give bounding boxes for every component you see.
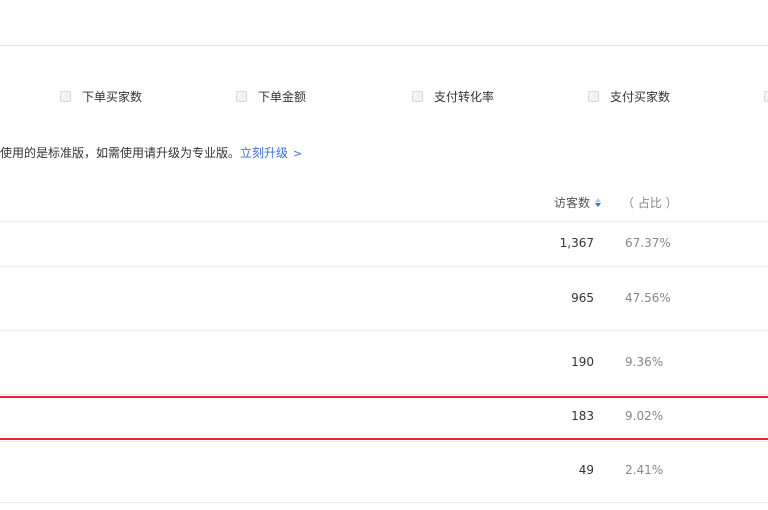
table-row: 190 9.36% <box>0 349 768 379</box>
top-divider <box>0 45 768 46</box>
upgrade-link[interactable]: 立刻升级 > <box>240 146 302 160</box>
share-column-header: （ 占比 ） <box>622 196 678 210</box>
upgrade-link-label: 立刻升级 <box>240 146 289 160</box>
row-divider <box>0 441 768 442</box>
row-divider <box>0 266 768 267</box>
notice-text: 使用的是标准版，如需使用请升级为专业版。 <box>0 146 241 160</box>
metric-selector-bar: 下单买家数 下单金额 支付转化率 支付买家数 <box>0 85 768 107</box>
checkbox[interactable] <box>764 90 768 102</box>
row-divider <box>0 502 768 503</box>
checkbox[interactable] <box>236 90 247 102</box>
table-row: 49 2.41% <box>0 457 768 487</box>
visitors-column-header[interactable]: 访客数 <box>554 194 602 211</box>
visitor-share: 67.37% <box>625 236 671 250</box>
visitor-share: 2.41% <box>625 463 664 477</box>
checkbox[interactable] <box>588 90 599 102</box>
chevron-right-icon: > <box>293 147 303 160</box>
metric-option-payment-conversion[interactable]: 支付转化率 <box>412 85 494 107</box>
visitor-count: 49 <box>578 463 594 477</box>
visitor-count: 1,367 <box>559 236 594 250</box>
highlight-annotation-box <box>0 396 768 440</box>
visitor-share: 47.56% <box>625 291 671 305</box>
metric-option-payment-buyers[interactable]: 支付买家数 <box>588 85 670 107</box>
checkbox[interactable] <box>412 90 423 102</box>
metric-option-order-amount[interactable]: 下单金额 <box>236 85 306 107</box>
visitor-count: 190 <box>571 355 594 369</box>
metric-label: 下单买家数 <box>82 89 143 104</box>
metric-label: 支付转化率 <box>434 89 495 104</box>
visitor-share: 9.36% <box>625 355 664 369</box>
row-divider <box>0 221 768 222</box>
upgrade-notice: 使用的是标准版，如需使用请升级为专业版。立刻升级 > <box>0 144 302 161</box>
metric-option-order-buyers[interactable]: 下单买家数 <box>60 85 142 107</box>
table-row: 965 47.56% <box>0 285 768 315</box>
row-divider <box>0 394 768 395</box>
table-row: 1,367 67.37% <box>0 230 768 260</box>
metric-label: 支付买家数 <box>610 89 671 104</box>
table-header: 访客数 （ 占比 ） <box>0 186 768 216</box>
metric-label: 下单金额 <box>258 89 307 104</box>
metric-option-partial[interactable] <box>764 85 768 107</box>
visitors-header-label: 访客数 <box>554 196 591 210</box>
row-divider <box>0 330 768 331</box>
visitor-count: 965 <box>571 291 594 305</box>
checkbox[interactable] <box>60 90 71 102</box>
sort-icon[interactable] <box>595 197 602 209</box>
